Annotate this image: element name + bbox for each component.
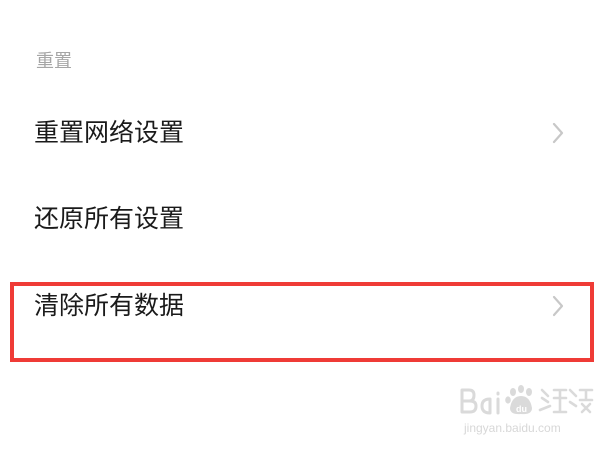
- svg-text:du: du: [516, 404, 527, 414]
- baidu-jingyan-logo-icon: du: [460, 385, 594, 415]
- settings-item-restore-all[interactable]: 还原所有设置: [0, 189, 600, 249]
- settings-item-label: 还原所有设置: [34, 204, 185, 233]
- chevron-right-icon: [552, 295, 564, 317]
- baidu-jingyan-watermark: du jingyan.baidu.com: [458, 380, 594, 442]
- settings-item-clear-all-data[interactable]: 清除所有数据: [0, 276, 600, 336]
- settings-item-label: 清除所有数据: [34, 291, 185, 320]
- watermark-url: jingyan.baidu.com: [464, 421, 561, 435]
- settings-item-reset-network[interactable]: 重置网络设置: [0, 103, 600, 163]
- settings-item-label: 重置网络设置: [34, 118, 185, 147]
- chevron-right-icon: [552, 122, 564, 144]
